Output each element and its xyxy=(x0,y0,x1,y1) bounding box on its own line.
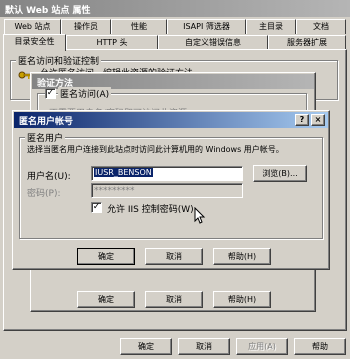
anon-user-description: 选择当匿名用户连接到此站点时访问此计算机用的 Windows 用户帐号。 xyxy=(27,145,284,154)
tab-isapi-filters[interactable]: ISAPI 筛选器 xyxy=(167,19,246,34)
browse-button[interactable]: 浏览(B)... xyxy=(253,165,307,182)
anon-user-group-label: 匿名用户 xyxy=(25,131,66,144)
tab-web-site[interactable]: Web 站点 xyxy=(4,19,61,34)
auth-cancel-button[interactable]: 取消 xyxy=(145,291,203,308)
properties-ok-button[interactable]: 确定 xyxy=(120,338,172,355)
anonymous-access-label: 匿名访问(A) xyxy=(58,87,112,100)
mouse-cursor-icon xyxy=(194,206,206,228)
anon-help-button[interactable]: 帮助(H) xyxy=(213,248,271,265)
anon-cancel-button[interactable]: 取消 xyxy=(145,248,203,265)
username-value: IUSR_BENSON xyxy=(94,168,153,177)
properties-cancel-button[interactable]: 取消 xyxy=(178,338,230,355)
tab-http-headers[interactable]: HTTP 头 xyxy=(66,35,158,50)
auth-ok-button[interactable]: 确定 xyxy=(77,291,135,308)
tab-performance[interactable]: 性能 xyxy=(111,19,167,34)
username-label: 用户名(U): xyxy=(27,172,71,182)
tab-server-extensions[interactable]: 服务器扩展 xyxy=(268,35,346,50)
properties-help-button[interactable]: 帮助 xyxy=(294,338,346,355)
anon-account-titlebar[interactable]: 匿名用户帐号 xyxy=(14,112,328,128)
password-input[interactable]: ********* xyxy=(91,183,243,198)
anonymous-access-checkbox[interactable]: ✓ xyxy=(45,88,56,99)
tab-directory-security[interactable]: 目录安全性 xyxy=(3,34,66,51)
check-icon: ✓ xyxy=(92,202,101,212)
password-label: 密码(P): xyxy=(27,189,61,199)
properties-apply-button[interactable]: 应用(A) xyxy=(236,338,288,355)
password-value: ********* xyxy=(94,186,135,196)
anon-account-title: 匿名用户帐号 xyxy=(19,117,74,127)
tab-documents[interactable]: 文档 xyxy=(296,19,346,34)
tab-custom-errors[interactable]: 自定义错误信息 xyxy=(158,35,268,50)
tab-operators[interactable]: 操作员 xyxy=(61,19,111,34)
anon-account-dialog: 匿名用户帐号 ? × 匿名用户 选择当匿名用户连接到此站点时访问此计算机用的 W… xyxy=(12,110,330,270)
anon-ok-button[interactable]: 确定 xyxy=(77,248,135,265)
username-input[interactable]: IUSR_BENSON xyxy=(91,166,243,181)
properties-title: 默认 Web 站点 属性 xyxy=(5,6,91,16)
iis-password-checkbox[interactable]: ✓ xyxy=(91,202,102,213)
tab-home-directory[interactable]: 主目录 xyxy=(246,19,296,34)
help-icon[interactable]: ? xyxy=(295,114,309,126)
properties-titlebar[interactable]: 默认 Web 站点 属性 xyxy=(0,0,350,17)
iis-password-label: 允许 IIS 控制密码(W) xyxy=(107,205,194,215)
close-icon[interactable]: × xyxy=(311,114,325,126)
check-icon: ✓ xyxy=(46,88,55,98)
auth-help-button[interactable]: 帮助(H) xyxy=(213,291,271,308)
